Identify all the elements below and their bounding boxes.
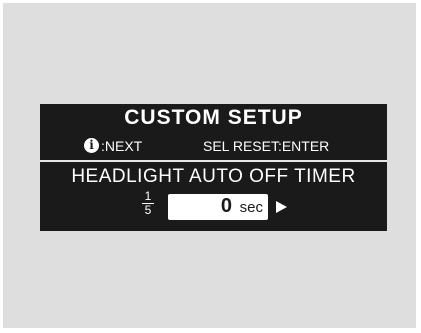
timer-unit: sec	[239, 199, 263, 216]
next-hint-label: :NEXT	[101, 138, 143, 154]
info-icon[interactable]: i	[84, 138, 99, 153]
custom-setup-display: CUSTOM SETUP i :NEXT SEL RESET:ENTER HEA…	[40, 104, 387, 231]
setting-name: HEADLIGHT AUTO OFF TIMER	[71, 166, 356, 187]
right-triangle-icon[interactable]	[276, 201, 287, 213]
timer-value-field[interactable]: 0 sec	[168, 194, 268, 220]
screen-frame: CUSTOM SETUP i :NEXT SEL RESET:ENTER HEA…	[3, 3, 416, 328]
page-total: 5	[144, 203, 152, 217]
page-indicator: 1 5	[141, 190, 155, 217]
divider	[40, 160, 387, 162]
reset-hint-label: SEL RESET:ENTER	[203, 138, 330, 154]
hint-row: i :NEXT SEL RESET:ENTER	[40, 137, 387, 157]
page-current: 1	[144, 189, 152, 203]
timer-value: 0	[220, 195, 232, 217]
screen-title: CUSTOM SETUP	[124, 106, 303, 129]
